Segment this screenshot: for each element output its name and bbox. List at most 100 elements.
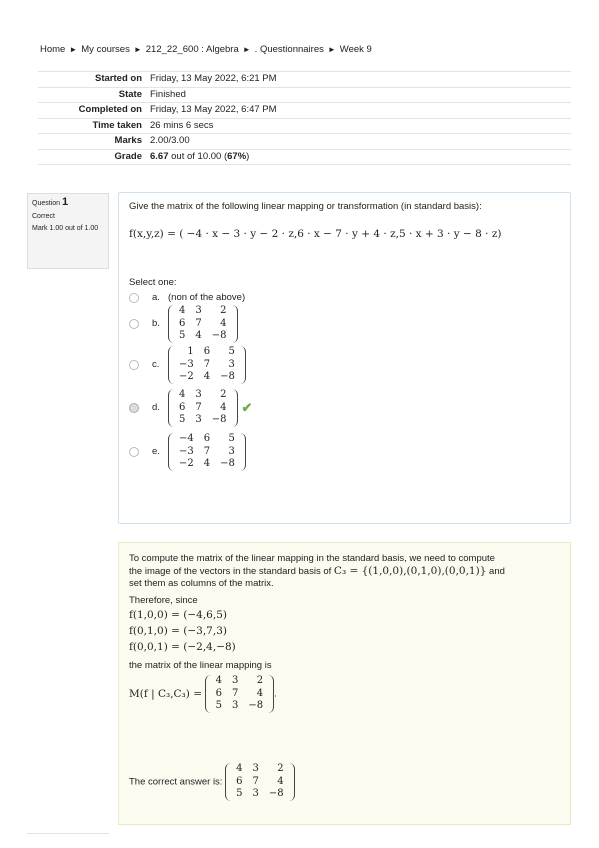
answer-option-c[interactable]: c. 1 6 5 −3 7 3 −2 4 −8	[129, 346, 246, 384]
image-e2: f(0,1,0) = (−3,7,3)	[129, 625, 227, 637]
matrix-cell: 2	[220, 305, 227, 316]
matrix-cell: 4	[195, 330, 202, 341]
matrix-cell: 4	[220, 317, 227, 329]
radio-button[interactable]	[129, 402, 139, 413]
matrix-cell: 4	[220, 401, 227, 413]
question-text: Give the matrix of the following linear …	[129, 201, 482, 212]
answer-option-b[interactable]: b. 4 3 2 6 7 4 5 4 −8	[129, 305, 238, 343]
question-number-value: 1	[61, 196, 69, 208]
matrix-cell: 3	[195, 305, 202, 316]
radio-button[interactable]	[129, 446, 139, 457]
summary-label: Completed on	[38, 102, 146, 118]
matrix-cell: −4	[179, 433, 194, 444]
matrix-cell: 7	[252, 775, 259, 787]
radio-button[interactable]	[129, 318, 139, 329]
breadcrumb-separator-icon: ►	[69, 45, 78, 54]
image-e1: f(1,0,0) = (−4,6,5)	[129, 609, 227, 621]
matrix-cell: 7	[232, 687, 239, 699]
question-state: Correct	[32, 213, 55, 220]
matrix-cell: 5	[236, 788, 243, 799]
summary-row: Marks 2.00/3.00	[38, 133, 571, 149]
matrix-cell: 4	[236, 763, 243, 774]
summary-label: Time taken	[38, 117, 146, 134]
select-one-label: Select one:	[129, 277, 177, 288]
standard-basis-expr: C₃ = {(1,0,0),(0,1,0),(0,0,1)}	[333, 565, 487, 577]
matrix-cell: 6	[215, 687, 223, 699]
breadcrumb-separator-icon: ►	[133, 45, 142, 54]
answer-option-e[interactable]: e. −4 6 5 −3 7 3 −2 4 −8	[129, 433, 246, 471]
matrix-expr-label: M(f | C₃,C₃) =	[129, 687, 203, 700]
feedback-matrix-expr: M(f | C₃,C₃) = 4 3 2 6 7 4 5 3 −8.	[129, 675, 277, 713]
matrix-cell: 5	[228, 433, 235, 444]
question-formulation: Give the matrix of the following linear …	[118, 192, 571, 524]
option-letter: e.	[152, 446, 160, 458]
matrix-cell: 3	[252, 788, 259, 799]
radio-button[interactable]	[129, 359, 139, 370]
option-letter: c.	[152, 359, 160, 371]
correct-answer-label: The correct answer is:	[129, 776, 223, 788]
feedback-intro-2b: and	[486, 566, 505, 577]
radio-button[interactable]	[129, 292, 139, 303]
general-feedback: To compute the matrix of the linear mapp…	[118, 542, 571, 825]
breadcrumb-link[interactable]: . Questionnaires	[255, 44, 324, 55]
summary-value: 26 mins 6 secs	[146, 117, 571, 134]
breadcrumb-link[interactable]: My courses	[81, 44, 130, 55]
matrix-cell: 3	[232, 675, 239, 686]
feedback-intro-3: set them as columns of the matrix.	[129, 578, 274, 589]
summary-label: State	[38, 86, 146, 103]
matrix-cell: −8	[220, 458, 235, 469]
summary-row: Time taken 26 mins 6 secs	[38, 117, 571, 134]
matrix-cell: 2	[256, 675, 264, 686]
summary-value: Finished	[146, 86, 571, 103]
summary-label: Marks	[38, 133, 146, 149]
matrix-cell: 6	[203, 433, 211, 444]
option-letter: b.	[152, 318, 160, 330]
breadcrumb-link[interactable]: 212_22_600 : Algebra	[146, 44, 239, 55]
matrix-cell: −8	[211, 330, 227, 341]
option-matrix: 4 3 2 6 7 4 5 3 −8	[168, 389, 238, 427]
matrix-cell: 4	[277, 775, 284, 787]
summary-value: Friday, 13 May 2022, 6:21 PM	[146, 71, 571, 87]
breadcrumb: Home ► My courses ► 212_22_600 : Algebra ►. Q…	[40, 44, 372, 55]
matrix-cell: 2	[277, 763, 284, 774]
matrix-cell: −3	[179, 445, 194, 457]
matrix-cell: 7	[195, 317, 202, 329]
summary-row: Started on Friday, 13 May 2022, 6:21 PM	[38, 71, 571, 87]
matrix-cell: 3	[252, 763, 259, 774]
matrix-cell: 4	[203, 458, 211, 469]
divider	[27, 833, 109, 834]
correct-check-icon: ✔	[241, 399, 253, 415]
summary-label: Grade	[38, 148, 146, 165]
matrix-cell: 3	[232, 700, 239, 711]
summary-value: Friday, 13 May 2022, 6:47 PM	[146, 102, 571, 118]
option-letter: a.	[152, 292, 160, 303]
feedback-matrix-label: the matrix of the linear mapping is	[129, 660, 272, 671]
matrix-cell: 6	[179, 401, 186, 413]
matrix-cell: −2	[179, 371, 194, 382]
matrix-cell: 7	[203, 445, 211, 457]
matrix-cell: −8	[211, 414, 227, 425]
breadcrumb-separator-icon: ►	[327, 45, 336, 54]
option-text: (non of the above)	[168, 292, 246, 303]
question-mark: Mark 1.00 out of 1.00	[32, 225, 99, 232]
matrix-cell: 6	[203, 346, 211, 357]
breadcrumb-link[interactable]: Home	[40, 44, 65, 55]
summary-row: Completed on Friday, 13 May 2022, 6:47 PM	[38, 102, 571, 118]
question-info-box: Question 1 Correct Mark 1.00 out of 1.00	[27, 193, 109, 269]
option-letter: d.	[152, 402, 160, 414]
correct-answer: The correct answer is: 4 3 2 6 7 4 5 3 −8	[129, 763, 295, 801]
feedback-intro-1: To compute the matrix of the linear mapp…	[129, 553, 495, 564]
matrix-cell: 6	[236, 775, 243, 787]
matrix-cell: 5	[179, 330, 186, 341]
answer-option-d[interactable]: d. 4 3 2 6 7 4 5 3 −8 ✔	[129, 389, 252, 427]
linear-mapping-matrix: 4 3 2 6 7 4 5 3 −8	[204, 675, 275, 713]
summary-row: Grade 6.67 out of 10.00 (67%)	[38, 148, 571, 165]
matrix-cell: 6	[179, 317, 186, 329]
matrix-cell: 3	[228, 358, 235, 370]
matrix-cell: 7	[203, 358, 211, 370]
attempt-summary-table: Started on Friday, 13 May 2022, 6:21 PM St…	[38, 71, 571, 165]
breadcrumb-link[interactable]: Week 9	[340, 44, 372, 55]
question-label: Question	[32, 200, 61, 207]
answer-option-a[interactable]: a. (non of the above)	[129, 292, 245, 303]
summary-row: State Finished	[38, 86, 571, 103]
